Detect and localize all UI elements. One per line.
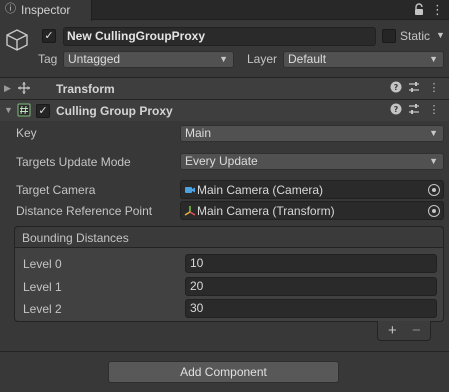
svg-text:?: ? xyxy=(394,105,399,114)
divider xyxy=(0,351,449,352)
more-options-icon[interactable]: ⋮ xyxy=(431,2,444,18)
layer-dropdown-value: Default xyxy=(288,52,327,66)
foldout-collapsed-icon[interactable]: ▶ xyxy=(4,83,11,94)
gameobject-active-checkbox[interactable]: ✓ xyxy=(42,29,56,43)
gameobject-name-field[interactable]: New CullingGroupProxy xyxy=(63,27,376,46)
target-camera-value: Main Camera (Camera) xyxy=(197,183,324,197)
add-element-button[interactable]: + xyxy=(388,321,397,341)
targets-update-mode-dropdown[interactable]: Every Update ▼ xyxy=(180,153,444,170)
svg-text:?: ? xyxy=(394,83,399,92)
list-add-remove-controls: + − xyxy=(377,321,431,341)
remove-element-button[interactable]: − xyxy=(412,321,421,341)
transform-axes-icon xyxy=(184,205,196,217)
foldout-expanded-icon[interactable]: ▼ xyxy=(4,105,13,115)
layer-dropdown[interactable]: Default ▼ xyxy=(283,51,444,68)
tab-bar: ⓘ Inspector ⋮ xyxy=(0,0,449,21)
level-1-label: Level 1 xyxy=(23,280,62,294)
static-label[interactable]: Static xyxy=(400,29,430,43)
help-icon[interactable]: ? xyxy=(389,81,403,95)
tab-inspector-label: Inspector xyxy=(21,3,71,17)
static-dropdown-arrow-icon[interactable]: ▼ xyxy=(436,30,445,40)
object-picker-icon[interactable] xyxy=(428,184,440,196)
chevron-down-icon: ▼ xyxy=(429,128,438,138)
target-camera-field[interactable]: Main Camera (Camera) xyxy=(180,180,444,199)
key-dropdown[interactable]: Main ▼ xyxy=(180,125,444,142)
help-icon[interactable]: ? xyxy=(389,103,403,117)
bounding-distances-header: Bounding Distances xyxy=(14,226,444,248)
add-component-button[interactable]: Add Component xyxy=(108,361,339,383)
presets-icon[interactable] xyxy=(407,81,421,95)
static-checkbox[interactable] xyxy=(382,29,396,43)
key-dropdown-value: Main xyxy=(185,126,212,140)
level-0-field[interactable]: 10 xyxy=(185,254,437,273)
tag-dropdown-value: Untagged xyxy=(68,52,121,66)
tag-dropdown[interactable]: Untagged ▼ xyxy=(63,51,234,68)
distance-reference-point-field[interactable]: Main Camera (Transform) xyxy=(180,201,444,220)
info-icon: ⓘ xyxy=(5,3,16,15)
bounding-distances-title: Bounding Distances xyxy=(22,231,129,245)
object-picker-icon[interactable] xyxy=(428,205,440,217)
camera-icon xyxy=(184,184,196,196)
chevron-down-icon: ▼ xyxy=(219,54,228,64)
targets-update-mode-label: Targets Update Mode xyxy=(16,155,131,169)
transform-icon xyxy=(17,81,31,95)
level-0-label: Level 0 xyxy=(23,257,62,271)
level-2-field[interactable]: 30 xyxy=(185,299,437,318)
component-title-transform: Transform xyxy=(56,82,115,96)
script-icon xyxy=(17,103,31,117)
distance-reference-point-label: Distance Reference Point xyxy=(16,204,153,218)
level-2-label: Level 2 xyxy=(23,302,62,316)
lock-icon[interactable] xyxy=(412,3,426,17)
component-menu-icon[interactable]: ⋮ xyxy=(427,103,441,117)
component-header-transform[interactable]: ▶ Transform ? ⋮ xyxy=(0,77,449,99)
distance-reference-point-value: Main Camera (Transform) xyxy=(197,204,335,218)
target-camera-label: Target Camera xyxy=(16,183,96,197)
presets-icon[interactable] xyxy=(407,103,421,117)
component-menu-icon[interactable]: ⋮ xyxy=(427,81,441,95)
key-label: Key xyxy=(16,126,37,140)
component-title-culling-group-proxy: Culling Group Proxy xyxy=(56,104,173,118)
gameobject-cube-icon xyxy=(4,27,30,53)
component-header-culling-group-proxy[interactable]: ▼ ✓ Culling Group Proxy ? ⋮ xyxy=(0,99,449,121)
tab-inspector[interactable]: ⓘ Inspector xyxy=(0,0,92,21)
chevron-down-icon: ▼ xyxy=(429,156,438,166)
layer-label: Layer xyxy=(247,52,278,66)
chevron-down-icon: ▼ xyxy=(429,54,438,64)
targets-update-mode-value: Every Update xyxy=(185,154,258,168)
component-enabled-checkbox[interactable]: ✓ xyxy=(36,104,50,118)
tag-label: Tag xyxy=(38,52,58,66)
level-1-field[interactable]: 20 xyxy=(185,277,437,296)
